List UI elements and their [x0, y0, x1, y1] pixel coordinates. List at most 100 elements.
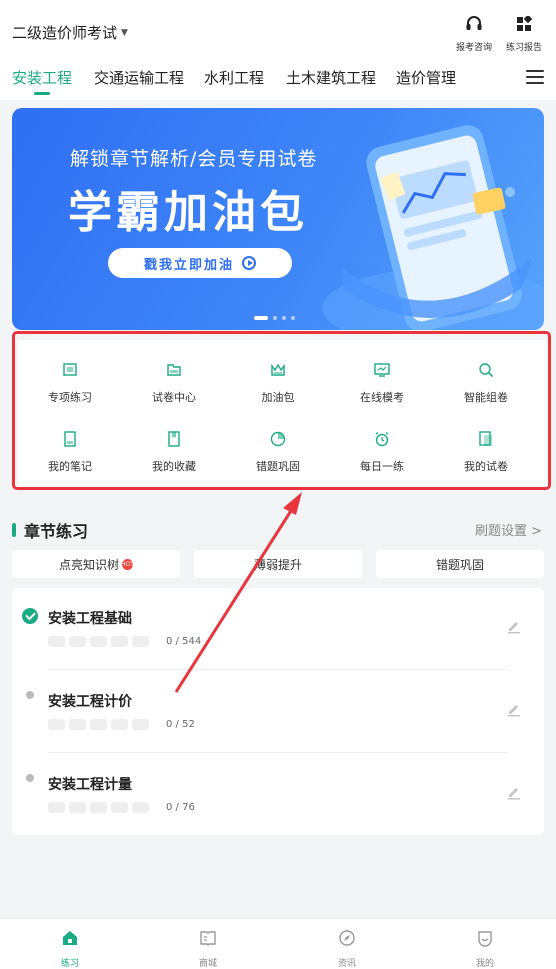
feature-label: 专项练习 — [48, 391, 92, 404]
feature-label: 我的收藏 — [152, 460, 196, 473]
feature-my-papers[interactable]: 我的试卷 — [434, 431, 538, 474]
banner-subtitle: 解锁章节解析/会员专用试卷 — [70, 148, 318, 170]
progress-count: 0 / 76 — [166, 802, 195, 813]
banner-title: 学霸加油包 — [68, 187, 308, 238]
menu-icon[interactable] — [526, 70, 544, 88]
row-divider — [48, 752, 508, 753]
consult-button[interactable]: 报考咨询 — [452, 16, 496, 54]
tab-water[interactable]: 水利工程 — [204, 67, 264, 88]
filter-knowledge-tree[interactable]: 点亮知识树 HOT — [12, 550, 180, 578]
monitor-icon — [374, 363, 390, 377]
feature-label: 智能组卷 — [464, 391, 508, 404]
nav-label: 我的 — [475, 959, 494, 969]
tab-transport[interactable]: 交通运输工程 — [94, 67, 184, 88]
banner-cta-button[interactable]: 戳我立即加油 — [108, 248, 292, 278]
banner-cta-label: 戳我立即加油 — [143, 257, 234, 273]
report-label: 练习报告 — [505, 43, 542, 53]
tab-civil[interactable]: 土木建筑工程 — [286, 67, 376, 88]
consult-label: 报考咨询 — [455, 43, 492, 53]
nav-me[interactable]: 我的 — [465, 929, 505, 969]
feature-label: 错题巩固 — [256, 460, 300, 473]
chapter-row-title: 安装工程基础 — [48, 611, 132, 627]
promo-banner[interactable]: 解锁章节解析/会员专用试卷 学霸加油包 戳我立即加油 — [12, 108, 544, 330]
practice-icon — [63, 363, 77, 376]
report-button[interactable]: 练习报告 — [502, 16, 546, 54]
progress-bars — [48, 636, 149, 647]
filter-label: 薄弱提升 — [253, 557, 302, 572]
nav-news[interactable]: 资讯 — [327, 929, 367, 969]
chapter-row[interactable]: 安装工程基础 0 / 544 — [12, 588, 544, 670]
row-divider — [48, 669, 508, 670]
bottom-nav: 练习 商城 资讯 我的 — [0, 918, 556, 969]
edit-icon[interactable] — [506, 701, 522, 717]
exam-selector[interactable]: 二级造价师考试 ▼ — [12, 22, 128, 43]
chapter-list: 安装工程基础 0 / 544 安装工程计价 0 / 52 安装工程计量 0 / … — [12, 588, 544, 835]
filter-wrong-review[interactable]: 错题巩固 — [376, 550, 544, 578]
feature-label: 我的试卷 — [464, 460, 508, 473]
feature-label: 每日一练 — [360, 460, 404, 473]
home-icon — [63, 931, 77, 945]
progress-bars — [48, 719, 149, 730]
nav-label: 资讯 — [337, 959, 356, 969]
feature-label: 在线模考 — [360, 391, 404, 404]
filter-weak-improve[interactable]: 薄弱提升 — [194, 550, 362, 578]
chapter-row-title: 安装工程计价 — [48, 694, 132, 710]
notebook-icon — [64, 431, 76, 447]
feature-notes[interactable]: 我的笔记 — [18, 431, 122, 474]
feature-favorites[interactable]: 我的收藏 — [122, 431, 226, 474]
chapter-row[interactable]: 安装工程计量 0 / 76 — [12, 754, 544, 836]
progress-count: 0 / 52 — [166, 719, 195, 730]
bullet-icon — [26, 774, 34, 782]
feature-paper-center[interactable]: 试卷中心 — [122, 362, 226, 405]
feature-label: 加油包 — [261, 391, 295, 404]
tab-cost[interactable]: 造价管理 — [396, 67, 456, 88]
pie-icon — [270, 431, 286, 447]
headset-icon — [466, 16, 482, 30]
edit-icon[interactable] — [506, 784, 522, 800]
category-tabs: 安装工程 交通运输工程 水利工程 土木建筑工程 造价管理 — [0, 58, 556, 100]
feature-smart-paper[interactable]: 智能组卷 — [434, 362, 538, 405]
expanded-check-icon[interactable] — [22, 608, 38, 624]
chapter-row-title: 安装工程计量 — [48, 777, 132, 793]
chapter-section-title: 章节练习 — [12, 518, 88, 542]
feature-wrong-review[interactable]: 错题巩固 — [226, 431, 330, 474]
nav-label: 练习 — [60, 959, 79, 969]
chapter-title: 章节练习 — [24, 522, 89, 541]
exam-title: 二级造价师考试 — [12, 24, 118, 42]
section-accent-bar — [12, 523, 16, 537]
feature-mock-exam[interactable]: 在线模考 — [330, 362, 434, 405]
active-tab-indicator — [34, 92, 50, 95]
filter-label: 错题巩固 — [435, 557, 484, 572]
edit-icon[interactable] — [506, 618, 522, 634]
feature-label: 试卷中心 — [152, 391, 196, 404]
nav-practice[interactable]: 练习 — [50, 929, 90, 969]
nav-mall[interactable]: 商城 — [188, 929, 228, 969]
smile-icon — [478, 931, 492, 947]
practice-settings-link[interactable]: 刷题设置 > — [475, 520, 542, 539]
carousel-dots[interactable] — [254, 316, 295, 320]
feature-practice[interactable]: 专项练习 — [18, 362, 122, 405]
bookmark-icon — [168, 431, 180, 447]
bullet-icon — [26, 691, 34, 699]
alarm-clock-icon — [375, 431, 389, 447]
tab-install[interactable]: 安装工程 — [12, 67, 72, 88]
folder-icon — [167, 364, 181, 376]
compass-icon — [339, 930, 355, 946]
feature-grid: 专项练习 试卷中心 加油包 在线模考 智能组卷 我的笔记 我的收藏 错题巩固 每… — [18, 340, 548, 488]
crown-icon — [271, 363, 285, 376]
paper-icon — [479, 431, 492, 446]
feature-label: 我的笔记 — [48, 460, 92, 473]
feature-boost-pack[interactable]: 加油包 — [226, 362, 330, 405]
feature-daily-practice[interactable]: 每日一练 — [330, 431, 434, 474]
nav-label: 商城 — [198, 959, 217, 969]
hot-badge-icon: HOT — [121, 558, 134, 570]
caret-down-icon: ▼ — [121, 27, 128, 38]
chapter-row[interactable]: 安装工程计价 0 / 52 — [12, 671, 544, 753]
search-icon — [479, 363, 494, 378]
progress-count: 0 / 544 — [166, 636, 202, 647]
header: 二级造价师考试 ▼ 报考咨询 练习报告 — [0, 0, 556, 58]
play-icon — [242, 256, 256, 270]
filter-label: 点亮知识树 — [58, 557, 119, 572]
book-icon — [200, 931, 216, 946]
grid-icon — [517, 16, 532, 31]
